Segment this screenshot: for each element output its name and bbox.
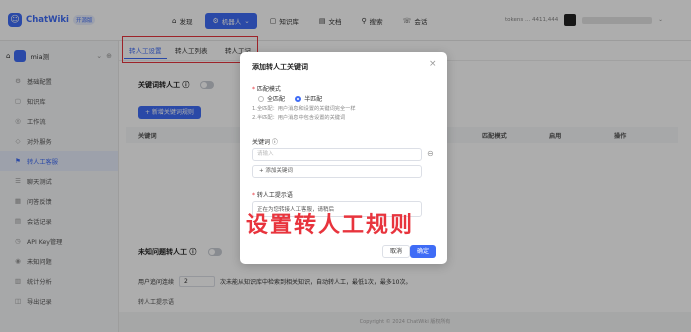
hint-partial-match: 2.半匹配：用户消息中包含设置的关键词 [252,115,346,121]
modal-title: 添加转人工关键词 [252,63,308,71]
radio-label: 半匹配 [304,96,323,103]
confirm-button[interactable]: 确定 [410,245,437,258]
remove-keyword-icon[interactable]: ⊖ [427,149,434,158]
radio-label: 全匹配 [267,96,286,103]
close-icon[interactable]: × [429,59,437,69]
match-mode-radios: 全匹配 半匹配 [258,94,330,104]
keyword-input[interactable]: 请输入 [252,148,422,161]
caption-overlay-text: 设置转人工规则 [246,212,415,238]
radio-full-match[interactable]: 全匹配 [258,94,285,103]
radio-on-icon [295,95,302,102]
cancel-button[interactable]: 取消 [382,245,411,258]
add-keyword-button[interactable]: + 添加关键词 [252,165,422,178]
match-mode-label-text: 匹配模式 [256,86,281,93]
prompt-label-text: 转人工提示语 [256,192,293,199]
radio-partial-match[interactable]: 半匹配 [295,94,322,103]
keyword-label: 关键词 ⓘ [252,139,278,146]
prompt-label-field: * 转人工提示语 [252,192,293,199]
radio-off-icon [258,95,264,102]
hint-full-match: 1.全匹配：用户消息和设置的关键词完全一样 [252,106,356,112]
match-mode-label: * 匹配模式 [252,86,281,93]
